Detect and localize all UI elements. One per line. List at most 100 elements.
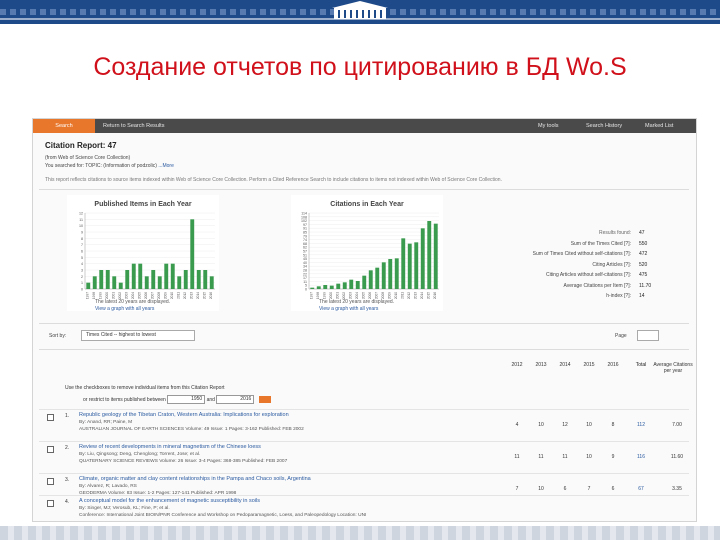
record-source: Conference: International Joint BIOIN/PN… [79, 513, 367, 518]
y-tick-label: 5 [305, 284, 307, 288]
chart-bar [394, 258, 399, 289]
page-label: Page [615, 333, 627, 339]
x-tick-label: 1997 [309, 292, 313, 299]
summary-row: Citing Articles [?]: 520 [479, 261, 691, 272]
summary-row: Sum of Times Cited without self-citation… [479, 250, 691, 261]
divider [39, 189, 689, 190]
go-button[interactable] [258, 396, 271, 403]
y-tick-label: 74 [303, 238, 307, 242]
divider [39, 323, 689, 324]
chart-bar [177, 276, 182, 289]
chart-bar [355, 281, 360, 289]
y-tick-label: 85 [303, 231, 307, 235]
record-source: AUSTRALIAN JOURNAL OF EARTH SCIENCES Vol… [79, 427, 304, 432]
chart-bar [310, 287, 315, 289]
record-checkbox[interactable] [47, 414, 54, 421]
y-tick-label: 57 [303, 250, 307, 254]
year-cites: 6 [563, 486, 567, 492]
chart-bar [375, 267, 380, 289]
marked-list-link[interactable]: Marked List [645, 119, 673, 133]
slide-bottom-ornament [0, 526, 720, 540]
y-tick-label: 22 [303, 272, 307, 276]
y-tick-label: 8 [81, 237, 83, 241]
citations-all-years-link[interactable]: View a graph with all years [319, 306, 378, 312]
published-items-panel: Published Items in Each Year 01234567891… [67, 195, 219, 311]
range-to-input[interactable]: 2016 [216, 395, 255, 404]
chart-bar [157, 276, 162, 289]
range-and-label: and [206, 396, 215, 403]
x-tick-label: 2001 [335, 292, 339, 299]
year-header[interactable]: 2016 [603, 362, 623, 368]
year-header[interactable]: 2013 [531, 362, 551, 368]
total-cites-link[interactable]: 112 [631, 422, 651, 428]
chart-bar [420, 228, 425, 289]
y-tick-label: 11 [303, 280, 307, 284]
year-cites: 11 [538, 454, 544, 460]
divider [39, 349, 689, 350]
x-tick-label: 2002 [118, 292, 122, 299]
citations-chart: 0511172228344045515762687479859197102108… [301, 212, 439, 299]
year-cites: 10 [538, 486, 544, 492]
summary-row: Citing Articles without self-citations [… [479, 271, 691, 282]
summary-row: h-index [?]: 14 [479, 292, 691, 303]
chart-bar [112, 276, 117, 289]
record-title-link[interactable]: Republic geology of the Tibetan Craton, … [79, 412, 289, 418]
summary-label: h-index [?]: [606, 293, 631, 299]
search-history-link[interactable]: Search History [586, 119, 622, 133]
slide-title: Создание отчетов по цитированию в БД Wo.… [93, 53, 627, 81]
range-from-input[interactable]: 1950 [167, 395, 206, 404]
y-tick-label: 4 [81, 262, 83, 266]
record-title-link[interactable]: A conceptual model for the enhancement o… [79, 498, 260, 504]
record-title-link[interactable]: Climate, organic matter and clay content… [79, 476, 311, 482]
year-cites: 10 [586, 422, 592, 428]
chart-bar [170, 263, 175, 289]
chart-bar [433, 223, 438, 289]
page-input[interactable] [637, 330, 659, 341]
total-cites-link[interactable]: 67 [631, 486, 651, 492]
y-tick-label: 1 [81, 281, 83, 285]
chart-bar [105, 270, 110, 289]
y-tick-label: 17 [303, 276, 307, 280]
year-header[interactable]: 2012 [507, 362, 527, 368]
summary-value: 14 [639, 293, 645, 299]
x-tick-label: 1999 [322, 292, 326, 299]
y-tick-label: 6 [81, 250, 83, 254]
return-to-results-link[interactable]: Return to Search Results [103, 119, 164, 133]
published-all-years-link[interactable]: View a graph with all years [95, 306, 154, 312]
x-tick-label: 2011 [176, 292, 180, 299]
record-checkbox[interactable] [47, 500, 54, 507]
x-tick-label: 2007 [150, 292, 154, 299]
y-tick-label: 45 [303, 257, 307, 261]
remove-items-help: Use the checkboxes to remove individual … [65, 385, 225, 391]
summary-label: Citing Articles without self-citations [… [545, 272, 631, 278]
x-tick-label: 1998 [92, 292, 96, 299]
year-header[interactable]: 2014 [555, 362, 575, 368]
year-header[interactable]: 2015 [579, 362, 599, 368]
report-source: (from Web of Science Core Collection) [45, 155, 131, 161]
chart-bar [144, 276, 149, 289]
record-checkbox[interactable] [47, 446, 54, 453]
chart-bar [131, 263, 136, 289]
summary-label: Citing Articles [?]: [592, 261, 631, 268]
x-tick-label: 2016 [433, 292, 437, 299]
total-cites-link[interactable]: 116 [631, 454, 651, 460]
y-tick-label: 51 [303, 253, 307, 257]
sort-select[interactable]: Times Cited -- highest to lowest [81, 330, 195, 341]
my-tools-menu[interactable]: My tools [538, 119, 558, 133]
summary-row: Sum of the Times Cited [?]: 550 [479, 240, 691, 251]
y-tick-label: 114 [301, 212, 307, 216]
slide-banner [0, 0, 720, 24]
record-title-link[interactable]: Review of recent developments in mineral… [79, 444, 261, 450]
x-tick-label: 2003 [348, 292, 352, 299]
record-checkbox[interactable] [47, 478, 54, 485]
x-tick-label: 2010 [394, 292, 398, 299]
chart-bar [151, 270, 156, 289]
citations-panel: Citations in Each Year 0 5 11 17 22 28 34 40 45 5… [291, 195, 443, 311]
y-tick-label: 28 [303, 269, 307, 273]
record-number: 1. [65, 413, 70, 419]
y-tick-label: 0 [305, 288, 307, 292]
more-link[interactable]: ...More [158, 163, 174, 169]
y-tick-label: 34 [303, 265, 307, 269]
search-tab[interactable]: Search [33, 119, 95, 133]
chart-bar [164, 263, 169, 289]
